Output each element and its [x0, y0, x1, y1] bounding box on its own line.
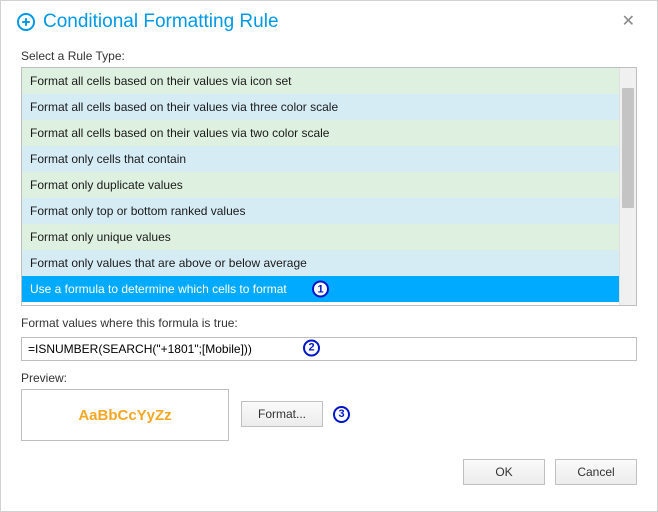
- rule-type-listbox[interactable]: Format all cells based on their values v…: [21, 67, 637, 306]
- format-button[interactable]: Format...: [241, 401, 323, 427]
- callout-marker-2: 2: [303, 339, 320, 356]
- rule-type-option[interactable]: Format only top or bottom ranked values: [22, 198, 619, 224]
- callout-marker-1: 1: [312, 281, 329, 298]
- rule-type-option[interactable]: Format only cells that contain: [22, 146, 619, 172]
- ok-button[interactable]: OK: [463, 459, 545, 485]
- cancel-button[interactable]: Cancel: [555, 459, 637, 485]
- rule-type-label: Select a Rule Type:: [21, 49, 637, 63]
- preview-label: Preview:: [21, 371, 637, 385]
- rule-type-option[interactable]: Format all cells based on their values v…: [22, 120, 619, 146]
- scrollbar-thumb[interactable]: [622, 88, 634, 208]
- callout-marker-3: 3: [333, 406, 350, 423]
- scrollbar[interactable]: [619, 68, 636, 305]
- rule-type-option[interactable]: Format all cells based on their values v…: [22, 94, 619, 120]
- rule-type-option[interactable]: Format only unique values: [22, 224, 619, 250]
- rule-type-option-selected[interactable]: Use a formula to determine which cells t…: [22, 276, 619, 302]
- dialog-title: Conditional Formatting Rule: [43, 11, 279, 33]
- formula-label: Format values where this formula is true…: [21, 316, 637, 330]
- preview-box: AaBbCcYyZz: [21, 389, 229, 441]
- formula-input[interactable]: [21, 337, 637, 361]
- close-icon[interactable]: ✕: [616, 12, 641, 32]
- rule-type-option[interactable]: Format all cells based on their values v…: [22, 68, 619, 94]
- app-icon: [17, 13, 35, 31]
- rule-type-option[interactable]: Format only duplicate values: [22, 172, 619, 198]
- rule-type-option[interactable]: Format only values that are above or bel…: [22, 250, 619, 276]
